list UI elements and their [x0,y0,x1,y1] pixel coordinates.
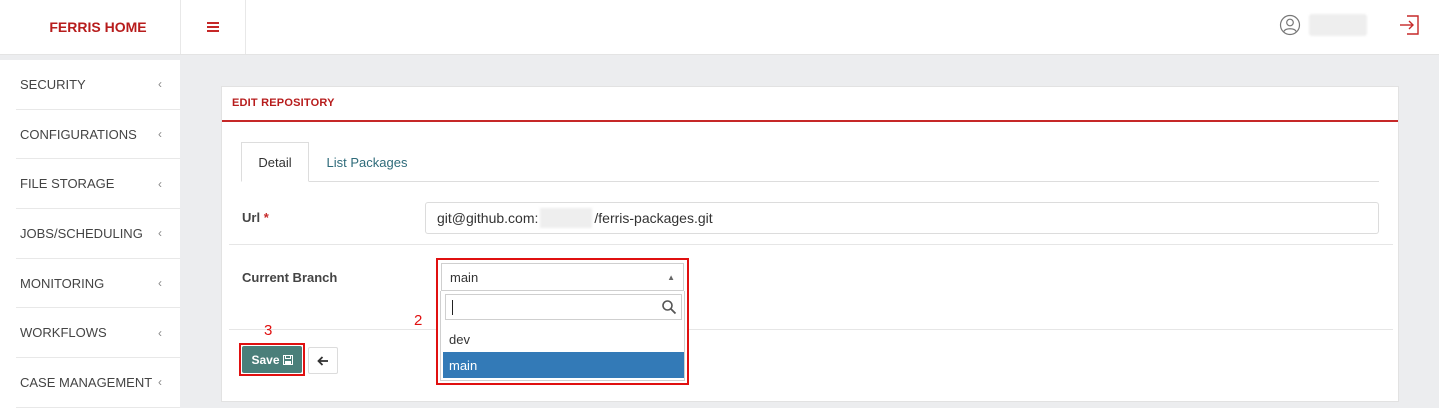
required-mark: * [263,210,269,225]
annotation-number-2: 2 [414,312,423,329]
current-branch-select[interactable]: main ▲ [441,263,684,291]
row-divider [229,329,436,330]
sidebar-item-case-management[interactable]: CASE MANAGEMENT ‹ [16,358,180,408]
sidebar-item-configurations[interactable]: CONFIGURATIONS ‹ [16,110,180,160]
sidebar-item-label: SECURITY [20,76,86,92]
sidebar-item-label: MONITORING [20,275,105,291]
sidebar-item-file-storage[interactable]: FILE STORAGE ‹ [16,159,180,210]
sidebar-item-label: CASE MANAGEMENT [20,374,153,390]
search-icon [662,300,677,315]
user-avatar-icon[interactable] [1279,14,1301,36]
hamburger-icon [207,22,219,32]
save-button[interactable]: Save [242,346,302,373]
sidebar-item-workflows[interactable]: WORKFLOWS ‹ [16,308,180,359]
sidebar-item-security[interactable]: SECURITY ‹ [16,60,180,110]
sidebar-item-label: JOBS/SCHEDULING [20,225,143,241]
sidebar-item-monitoring[interactable]: MONITORING ‹ [16,259,180,309]
floppy-icon [282,354,293,365]
url-label: Url * [242,210,269,225]
sidebar-item-label: WORKFLOWS [20,325,107,341]
sidebar-item-label: FILE STORAGE [20,176,115,192]
sidebar-item-jobs-scheduling[interactable]: JOBS/SCHEDULING ‹ [16,209,180,259]
panel-title-divider [222,120,1398,122]
url-input[interactable]: git@github.com: /ferris-packages.git [425,202,1379,234]
logout-icon[interactable] [1398,14,1422,36]
chevron-left-icon: ‹ [158,77,162,92]
option-main[interactable]: main [443,352,684,378]
caret-up-icon: ▲ [667,272,675,282]
url-suffix: /ferris-packages.git [594,210,713,226]
sidebar: SECURITY ‹ CONFIGURATIONS ‹ FILE STORAGE… [16,60,180,408]
tab-list-packages[interactable]: List Packages [312,142,422,182]
brand-logo-text[interactable]: FERRIS HOME [16,0,180,54]
save-label: Save [251,352,280,367]
chevron-left-icon: ‹ [158,375,162,390]
sidebar-item-label: CONFIGURATIONS [20,126,137,142]
panel-title: EDIT REPOSITORY [232,97,335,109]
row-divider [688,329,1393,330]
select-value: main [450,269,479,285]
arrow-left-icon [317,355,328,366]
annotation-number-3: 3 [264,322,273,339]
chevron-left-icon: ‹ [158,226,162,241]
username-redacted [1309,14,1367,36]
text-cursor [452,300,453,315]
dropdown-search-input[interactable] [445,294,682,320]
tab-detail[interactable]: Detail [241,142,309,182]
row-divider [229,244,1393,245]
chevron-left-icon: ‹ [158,127,162,142]
back-button[interactable] [308,347,338,374]
chevron-left-icon: ‹ [158,276,162,291]
url-prefix: git@github.com: [437,210,539,226]
chevron-left-icon: ‹ [158,176,162,191]
chevron-left-icon: ‹ [158,325,162,340]
current-branch-label: Current Branch [242,270,338,285]
url-redacted [540,208,593,228]
option-dev[interactable]: dev [443,326,684,352]
url-label-text: Url [242,210,261,225]
menu-toggle-button[interactable] [180,0,246,54]
branch-dropdown: dev main [440,291,685,381]
